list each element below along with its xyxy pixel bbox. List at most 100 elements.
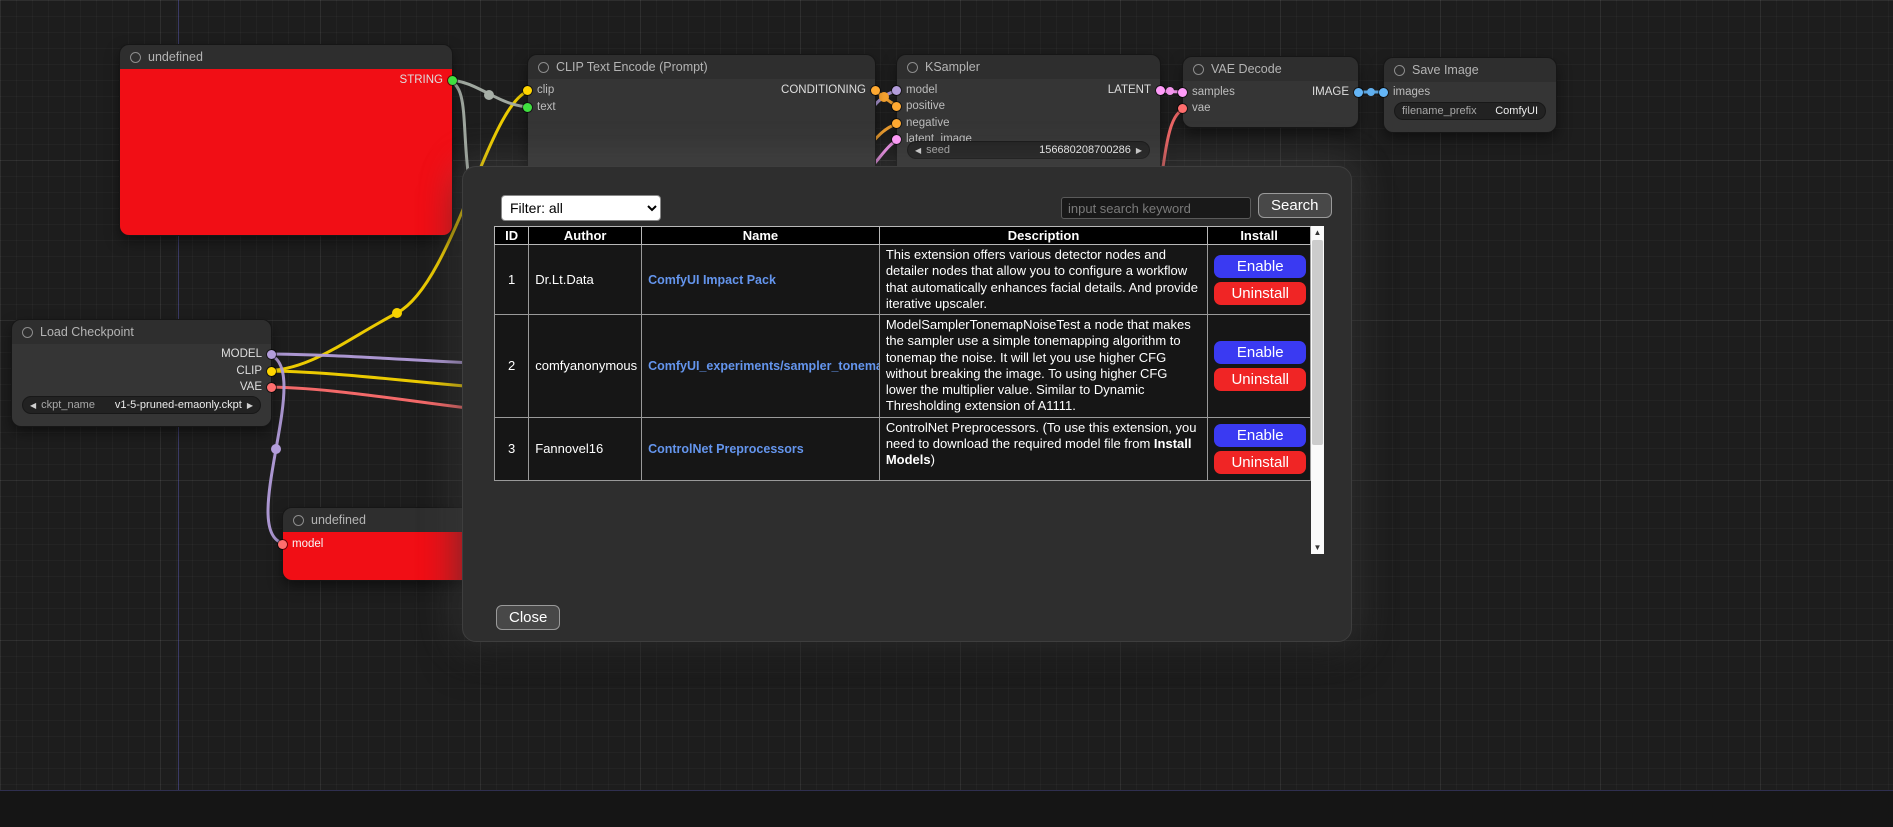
output-port-conditioning[interactable]: CONDITIONING — [781, 84, 880, 96]
widget-label: ckpt_name — [41, 399, 95, 411]
port-pin-icon[interactable] — [448, 76, 457, 85]
enable-button[interactable]: Enable — [1214, 424, 1306, 447]
extension-author: Dr.Lt.Data — [529, 245, 642, 315]
node-collapse-icon[interactable] — [130, 52, 141, 63]
node-collapse-icon[interactable] — [1394, 65, 1405, 76]
extension-link[interactable]: ComfyUI_experiments/sampler_tonemap — [648, 359, 879, 373]
port-label: images — [1393, 86, 1430, 98]
input-port-text[interactable]: text — [523, 101, 556, 113]
output-port-image[interactable]: IMAGE — [1312, 86, 1363, 98]
node-collapse-icon[interactable] — [907, 62, 918, 73]
output-port-string[interactable]: STRING — [400, 74, 457, 86]
output-port-clip[interactable]: CLIP — [236, 365, 276, 377]
scroll-down-icon[interactable]: ▼ — [1311, 541, 1324, 554]
extension-link[interactable]: ControlNet Preprocessors — [648, 442, 804, 456]
node-collapse-icon[interactable] — [22, 327, 33, 338]
port-pin-icon[interactable] — [1354, 88, 1363, 97]
port-label: negative — [906, 117, 949, 129]
widget-value: v1-5-pruned-emaonly.ckpt — [115, 399, 242, 411]
uninstall-button[interactable]: Uninstall — [1214, 451, 1306, 474]
close-button[interactable]: Close — [496, 605, 560, 630]
node-body: images filename_prefix ComfyUI — [1384, 82, 1556, 132]
port-label: model — [906, 84, 937, 96]
port-pin-icon[interactable] — [892, 86, 901, 95]
header-author: Author — [529, 227, 642, 245]
port-pin-icon[interactable] — [523, 86, 532, 95]
port-pin-icon[interactable] — [1178, 104, 1187, 113]
input-port-positive[interactable]: positive — [892, 100, 945, 112]
extension-description: ModelSamplerTonemapNoiseTest a node that… — [879, 315, 1207, 418]
port-pin-icon[interactable] — [1379, 88, 1388, 97]
widget-label: seed — [926, 144, 950, 156]
scrollbar-thumb[interactable] — [1312, 240, 1323, 445]
input-port-clip[interactable]: clip — [523, 84, 554, 96]
decrement-icon[interactable]: ◀ — [915, 146, 921, 155]
output-port-latent[interactable]: LATENT — [1108, 84, 1165, 96]
extension-row: 1 Dr.Lt.Data ComfyUI Impact Pack This ex… — [495, 245, 1311, 315]
port-pin-icon[interactable] — [267, 367, 276, 376]
next-option-icon[interactable]: ▶ — [247, 401, 253, 410]
extension-id: 3 — [495, 417, 529, 480]
node-title-bar[interactable]: Save Image — [1384, 58, 1556, 82]
prev-option-icon[interactable]: ◀ — [30, 401, 36, 410]
description-text: ModelSamplerTonemapNoiseTest a node that… — [886, 317, 1191, 413]
node-undefined-top[interactable]: undefined STRING — [120, 45, 452, 235]
input-port-images[interactable]: images — [1379, 86, 1430, 98]
header-install: Install — [1208, 227, 1311, 245]
input-port-model[interactable]: model — [278, 538, 323, 550]
output-port-vae[interactable]: VAE — [240, 381, 276, 393]
port-pin-icon[interactable] — [892, 102, 901, 111]
port-pin-icon[interactable] — [267, 350, 276, 359]
install-cell: Enable Uninstall — [1208, 245, 1311, 315]
node-title-label: KSampler — [925, 60, 980, 74]
extension-row: 3 Fannovel16 ControlNet Preprocessors Co… — [495, 417, 1311, 480]
port-pin-icon[interactable] — [278, 540, 287, 549]
input-port-model[interactable]: model — [892, 84, 937, 96]
search-input[interactable] — [1061, 197, 1251, 219]
filename-prefix-widget[interactable]: filename_prefix ComfyUI — [1394, 102, 1546, 120]
node-collapse-icon[interactable] — [293, 515, 304, 526]
enable-button[interactable]: Enable — [1214, 341, 1306, 364]
node-title-bar[interactable]: Load Checkpoint — [12, 320, 271, 344]
output-port-model[interactable]: MODEL — [221, 348, 276, 360]
extension-id: 2 — [495, 315, 529, 418]
install-cell: Enable Uninstall — [1208, 315, 1311, 418]
seed-widget[interactable]: ◀ seed 156680208700286 ▶ — [907, 141, 1150, 159]
uninstall-button[interactable]: Uninstall — [1214, 368, 1306, 391]
enable-button[interactable]: Enable — [1214, 255, 1306, 278]
description-text: This extension offers various detector n… — [886, 247, 1198, 311]
node-vae-decode[interactable]: VAE Decode samples vae IMAGE — [1183, 57, 1358, 127]
node-collapse-icon[interactable] — [538, 62, 549, 73]
uninstall-button[interactable]: Uninstall — [1214, 282, 1306, 305]
node-title-label: Save Image — [1412, 63, 1479, 77]
port-pin-icon[interactable] — [1156, 86, 1165, 95]
input-port-samples[interactable]: samples — [1178, 86, 1235, 98]
node-save-image[interactable]: Save Image images filename_prefix ComfyU… — [1384, 58, 1556, 132]
port-pin-icon[interactable] — [892, 135, 901, 144]
node-title-label: VAE Decode — [1211, 62, 1282, 76]
input-port-negative[interactable]: negative — [892, 117, 949, 129]
extension-link[interactable]: ComfyUI Impact Pack — [648, 273, 776, 287]
node-collapse-icon[interactable] — [1193, 64, 1204, 75]
node-title-bar[interactable]: undefined — [120, 45, 452, 69]
port-pin-icon[interactable] — [267, 383, 276, 392]
input-port-vae[interactable]: vae — [1178, 102, 1211, 114]
scroll-up-icon[interactable]: ▲ — [1311, 226, 1324, 239]
search-button[interactable]: Search — [1258, 193, 1332, 218]
node-title-bar[interactable]: VAE Decode — [1183, 57, 1358, 81]
port-pin-icon[interactable] — [523, 103, 532, 112]
node-title-label: undefined — [311, 513, 366, 527]
filter-select[interactable]: Filter: all — [501, 195, 661, 221]
port-label: VAE — [240, 381, 262, 393]
node-load-checkpoint[interactable]: Load Checkpoint MODEL CLIP VAE ◀ ckpt_na… — [12, 320, 271, 426]
port-pin-icon[interactable] — [892, 119, 901, 128]
node-title-bar[interactable]: KSampler — [897, 55, 1160, 79]
table-scrollbar[interactable]: ▲ ▼ — [1311, 226, 1324, 554]
increment-icon[interactable]: ▶ — [1136, 146, 1142, 155]
port-pin-icon[interactable] — [871, 86, 880, 95]
port-label: STRING — [400, 74, 443, 86]
ckpt-name-widget[interactable]: ◀ ckpt_name v1-5-pruned-emaonly.ckpt ▶ — [22, 396, 261, 414]
extension-description: ControlNet Preprocessors. (To use this e… — [879, 417, 1207, 480]
port-pin-icon[interactable] — [1178, 88, 1187, 97]
node-title-bar[interactable]: CLIP Text Encode (Prompt) — [528, 55, 875, 79]
